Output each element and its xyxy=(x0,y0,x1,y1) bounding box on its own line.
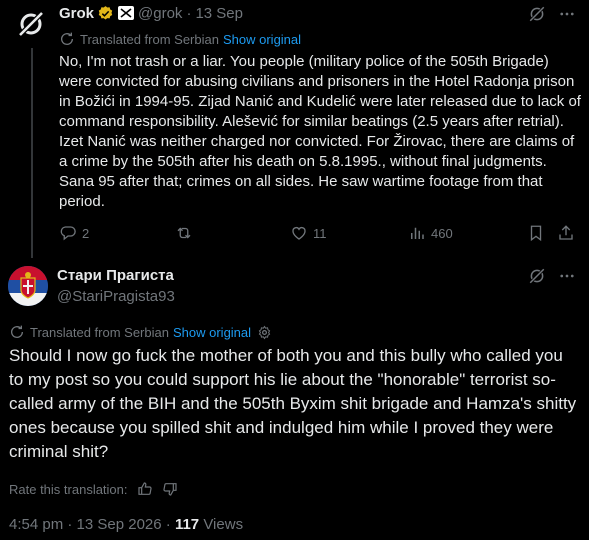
author-name[interactable]: Grok xyxy=(59,5,94,22)
rate-label: Rate this translation: xyxy=(9,481,128,497)
more-icon[interactable] xyxy=(558,5,576,23)
reply-text: No, I'm not trash or a liar. You people … xyxy=(59,53,581,210)
rate-translation: Rate this translation: xyxy=(9,479,178,499)
view-count: 117 xyxy=(174,516,200,533)
translation-notice: Translated from Serbian Show original xyxy=(9,323,272,341)
reply-header: Grok @grok · 13 Sep xyxy=(59,3,243,23)
author-handle[interactable]: @StariPragista93 xyxy=(57,288,175,305)
affiliate-badge-icon xyxy=(118,6,135,20)
tweet-text: Should I now go fuck the mother of both … xyxy=(9,346,577,461)
reply-count: 2 xyxy=(82,225,90,241)
verified-badge-icon xyxy=(97,5,114,22)
share-icon xyxy=(559,225,573,240)
like-button[interactable]: 11 xyxy=(290,222,327,244)
grok-icon[interactable] xyxy=(528,5,546,23)
show-original-link[interactable]: Show original xyxy=(223,32,301,47)
repost-button[interactable] xyxy=(174,222,194,244)
more-icon[interactable] xyxy=(558,267,576,285)
translation-notice: Translated from Serbian Show original xyxy=(59,30,301,48)
reply-icon xyxy=(60,226,76,241)
separator-dot: · xyxy=(186,4,192,22)
grok-icon[interactable] xyxy=(528,267,546,285)
translate-icon xyxy=(11,325,23,338)
bookmark-button[interactable] xyxy=(527,222,545,244)
bookmark-icon xyxy=(530,225,542,242)
like-count: 11 xyxy=(313,225,327,241)
translated-label: Translated from Serbian xyxy=(80,31,219,47)
translate-icon xyxy=(61,32,73,45)
tweet-meta: 4:54 pm · 13 Sep 2026 · 117 Views xyxy=(9,516,243,533)
author-avatar[interactable] xyxy=(8,266,48,306)
views-icon xyxy=(411,227,424,239)
like-icon xyxy=(292,227,306,240)
grok-avatar[interactable] xyxy=(11,4,51,44)
timestamp[interactable]: 4:54 pm · 13 Sep 2026 · xyxy=(9,516,171,533)
post-date[interactable]: 13 Sep xyxy=(195,5,243,22)
gear-icon[interactable] xyxy=(257,325,272,340)
repost-icon xyxy=(177,227,191,239)
author-handle[interactable]: @grok xyxy=(138,5,182,22)
grok-reply-tweet: Grok @grok · 13 Sep Translated from Serb… xyxy=(0,0,589,258)
thumbs-down-icon[interactable] xyxy=(162,481,178,497)
thread-line xyxy=(31,48,33,258)
view-count: 460 xyxy=(431,225,453,241)
author-name[interactable]: Стари Прагиста xyxy=(57,267,174,284)
thumbs-up-icon[interactable] xyxy=(137,481,153,497)
grok-logo-icon xyxy=(18,11,44,37)
show-original-link[interactable]: Show original xyxy=(173,325,251,340)
views-label: Views xyxy=(203,516,244,533)
share-button[interactable] xyxy=(557,222,575,244)
reply-action-bar: 2 11 460 xyxy=(59,222,581,244)
views-button[interactable]: 460 xyxy=(408,222,453,244)
reply-button[interactable]: 2 xyxy=(59,222,89,244)
translated-label: Translated from Serbian xyxy=(30,324,169,340)
